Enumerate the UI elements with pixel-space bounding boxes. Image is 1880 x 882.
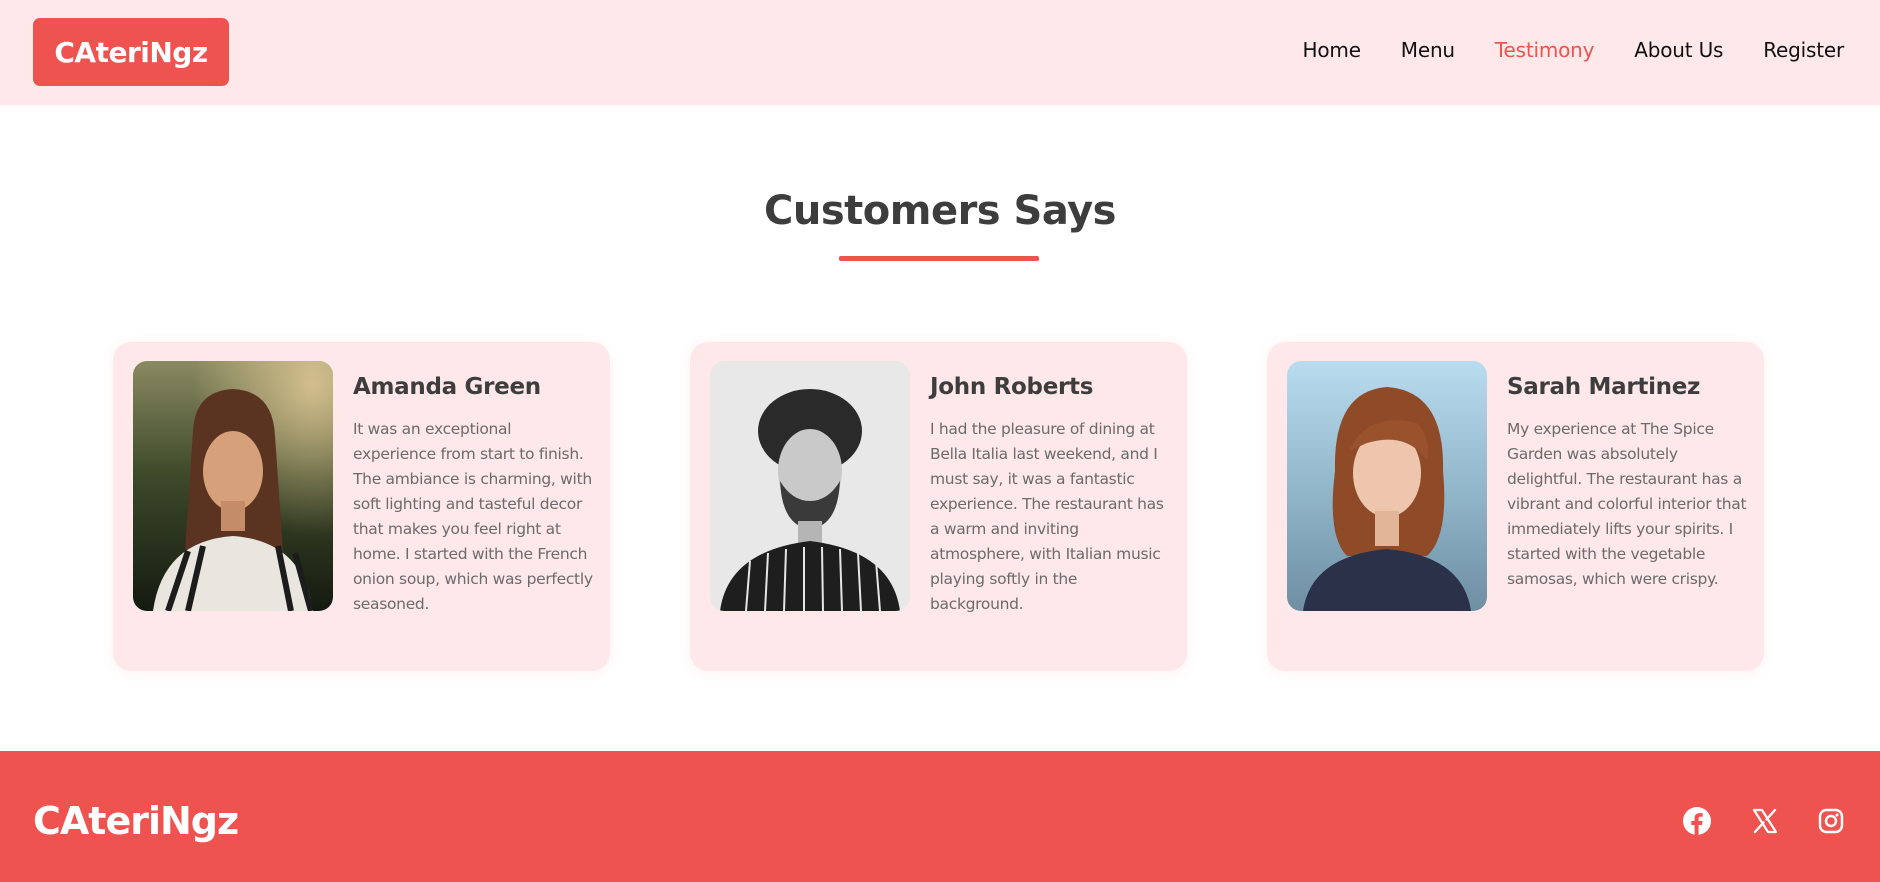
customer-photo [133,361,333,611]
testimonial-card: Amanda Green It was an exceptional exper… [113,342,610,671]
title-underline [839,256,1039,261]
x-twitter-icon[interactable] [1749,805,1781,837]
nav-register-link[interactable]: Register [1763,38,1844,62]
site-header: CAteriNgz Home Menu Testimony About Us R… [0,0,1880,105]
site-footer: CAteriNgz [0,751,1880,882]
testimonial-card: Sarah Martinez My experience at The Spic… [1267,342,1764,671]
testimonial-text: I had the pleasure of dining at Bella It… [930,420,1164,613]
nav-testimony-link[interactable]: Testimony [1495,38,1595,62]
testimonial-text: My experience at The Spice Garden was ab… [1507,420,1747,588]
logo-text: CAteriNgz [54,35,208,69]
customer-name: Sarah Martinez [1507,374,1701,400]
nav-home-link[interactable]: Home [1303,38,1361,62]
footer-logo[interactable]: CAteriNgz [33,799,239,843]
customer-name: Amanda Green [353,374,541,400]
nav-menu-link[interactable]: Menu [1401,38,1455,62]
customer-photo [1287,361,1487,611]
customer-photo [710,361,910,611]
testimonial-text: It was an exceptional experience from st… [353,420,593,613]
nav-about-us-link[interactable]: About Us [1634,38,1723,62]
section-title: Customers Says [764,188,1116,234]
facebook-icon[interactable] [1681,805,1713,837]
instagram-icon[interactable] [1815,805,1847,837]
testimonial-card: John Roberts I had the pleasure of dinin… [690,342,1187,671]
customer-name: John Roberts [930,374,1094,400]
site-logo[interactable]: CAteriNgz [33,18,229,86]
main-nav: Home Menu Testimony About Us Register [1303,38,1845,62]
